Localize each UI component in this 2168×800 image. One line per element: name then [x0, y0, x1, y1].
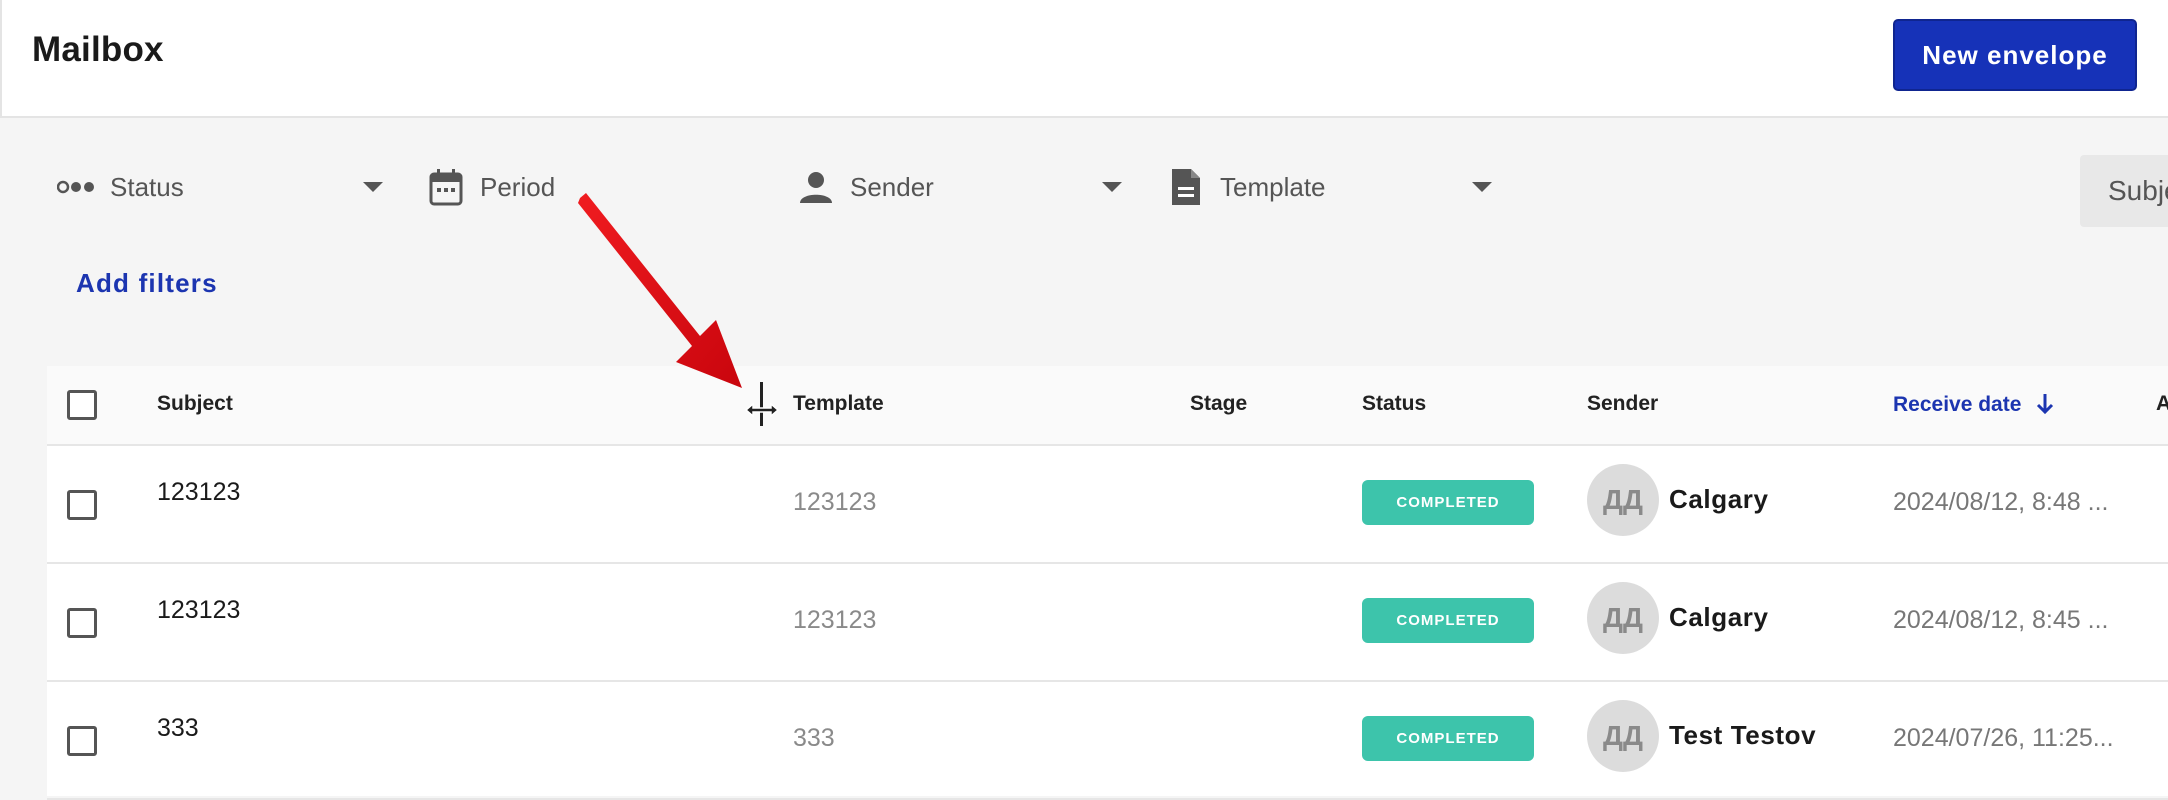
- chevron-down-icon: [1472, 182, 1492, 192]
- document-icon: [1166, 167, 1206, 207]
- dots-icon: [56, 167, 96, 207]
- table-header: Subject Template Stage Status Sender Rec…: [47, 366, 2168, 446]
- table-row[interactable]: 123123 123123 COMPLETED ДД Calgary 2024/…: [47, 564, 2168, 682]
- column-header-status[interactable]: Status: [1362, 392, 1426, 416]
- table-row[interactable]: 333 333 COMPLETED ДД Test Testov 2024/07…: [47, 682, 2168, 800]
- column-header-sender[interactable]: Sender: [1587, 392, 1658, 416]
- row-template: 123123: [793, 488, 877, 516]
- status-badge: COMPLETED: [1362, 598, 1534, 643]
- column-resize-cursor-icon: [744, 382, 780, 426]
- column-header-receive-date[interactable]: Receive date: [1893, 392, 2055, 417]
- row-receive-date: 2024/07/26, 11:25...: [1893, 724, 2114, 752]
- chevron-down-icon: [1102, 182, 1122, 192]
- select-all-checkbox[interactable]: [67, 390, 97, 420]
- sender-filter[interactable]: Sender: [796, 162, 1126, 212]
- add-filters-link[interactable]: Add filters: [76, 268, 218, 299]
- row-sender: Calgary: [1669, 484, 1769, 514]
- row-checkbox[interactable]: [67, 490, 97, 520]
- column-header-subject[interactable]: Subject: [157, 392, 233, 416]
- table-row[interactable]: 123123 123123 COMPLETED ДД Calgary 2024/…: [47, 446, 2168, 564]
- row-subject: 123123: [157, 478, 241, 506]
- row-template: 333: [793, 724, 835, 752]
- avatar: ДД: [1587, 464, 1659, 536]
- avatar: ДД: [1587, 582, 1659, 654]
- person-icon: [796, 167, 836, 207]
- template-filter[interactable]: Template: [1166, 162, 1496, 212]
- row-sender: Calgary: [1669, 602, 1769, 632]
- calendar-icon: [426, 167, 466, 207]
- row-subject: 333: [157, 714, 199, 742]
- row-receive-date: 2024/08/12, 8:48 ...: [1893, 488, 2109, 516]
- avatar: ДД: [1587, 700, 1659, 772]
- receive-date-label: Receive date: [1893, 393, 2022, 416]
- sender-filter-label: Sender: [850, 171, 934, 202]
- row-checkbox[interactable]: [67, 726, 97, 756]
- new-envelope-button[interactable]: New envelope: [1893, 19, 2137, 91]
- row-subject: 123123: [157, 596, 241, 624]
- row-template: 123123: [793, 606, 877, 634]
- row-receive-date: 2024/08/12, 8:45 ...: [1893, 606, 2109, 634]
- status-filter-label: Status: [110, 171, 184, 202]
- status-filter[interactable]: Status: [56, 162, 386, 212]
- period-filter-label: Period: [480, 171, 556, 202]
- page-title: Mailbox: [32, 30, 164, 69]
- subject-search-input[interactable]: Subject: [2080, 155, 2168, 227]
- chevron-down-icon: [363, 182, 383, 192]
- top-bar: Mailbox New envelope: [0, 0, 2168, 118]
- period-filter[interactable]: Period: [426, 162, 756, 212]
- status-badge: COMPLETED: [1362, 716, 1534, 761]
- column-header-template[interactable]: Template: [793, 392, 884, 416]
- status-badge: COMPLETED: [1362, 480, 1534, 525]
- envelopes-table: Subject Template Stage Status Sender Rec…: [47, 366, 2168, 800]
- arrow-down-icon: [2037, 394, 2054, 415]
- column-header-extra[interactable]: A: [2156, 392, 2168, 416]
- template-filter-label: Template: [1220, 171, 1326, 202]
- row-sender: Test Testov: [1669, 720, 1817, 750]
- column-header-stage[interactable]: Stage: [1190, 392, 1247, 416]
- row-checkbox[interactable]: [67, 608, 97, 638]
